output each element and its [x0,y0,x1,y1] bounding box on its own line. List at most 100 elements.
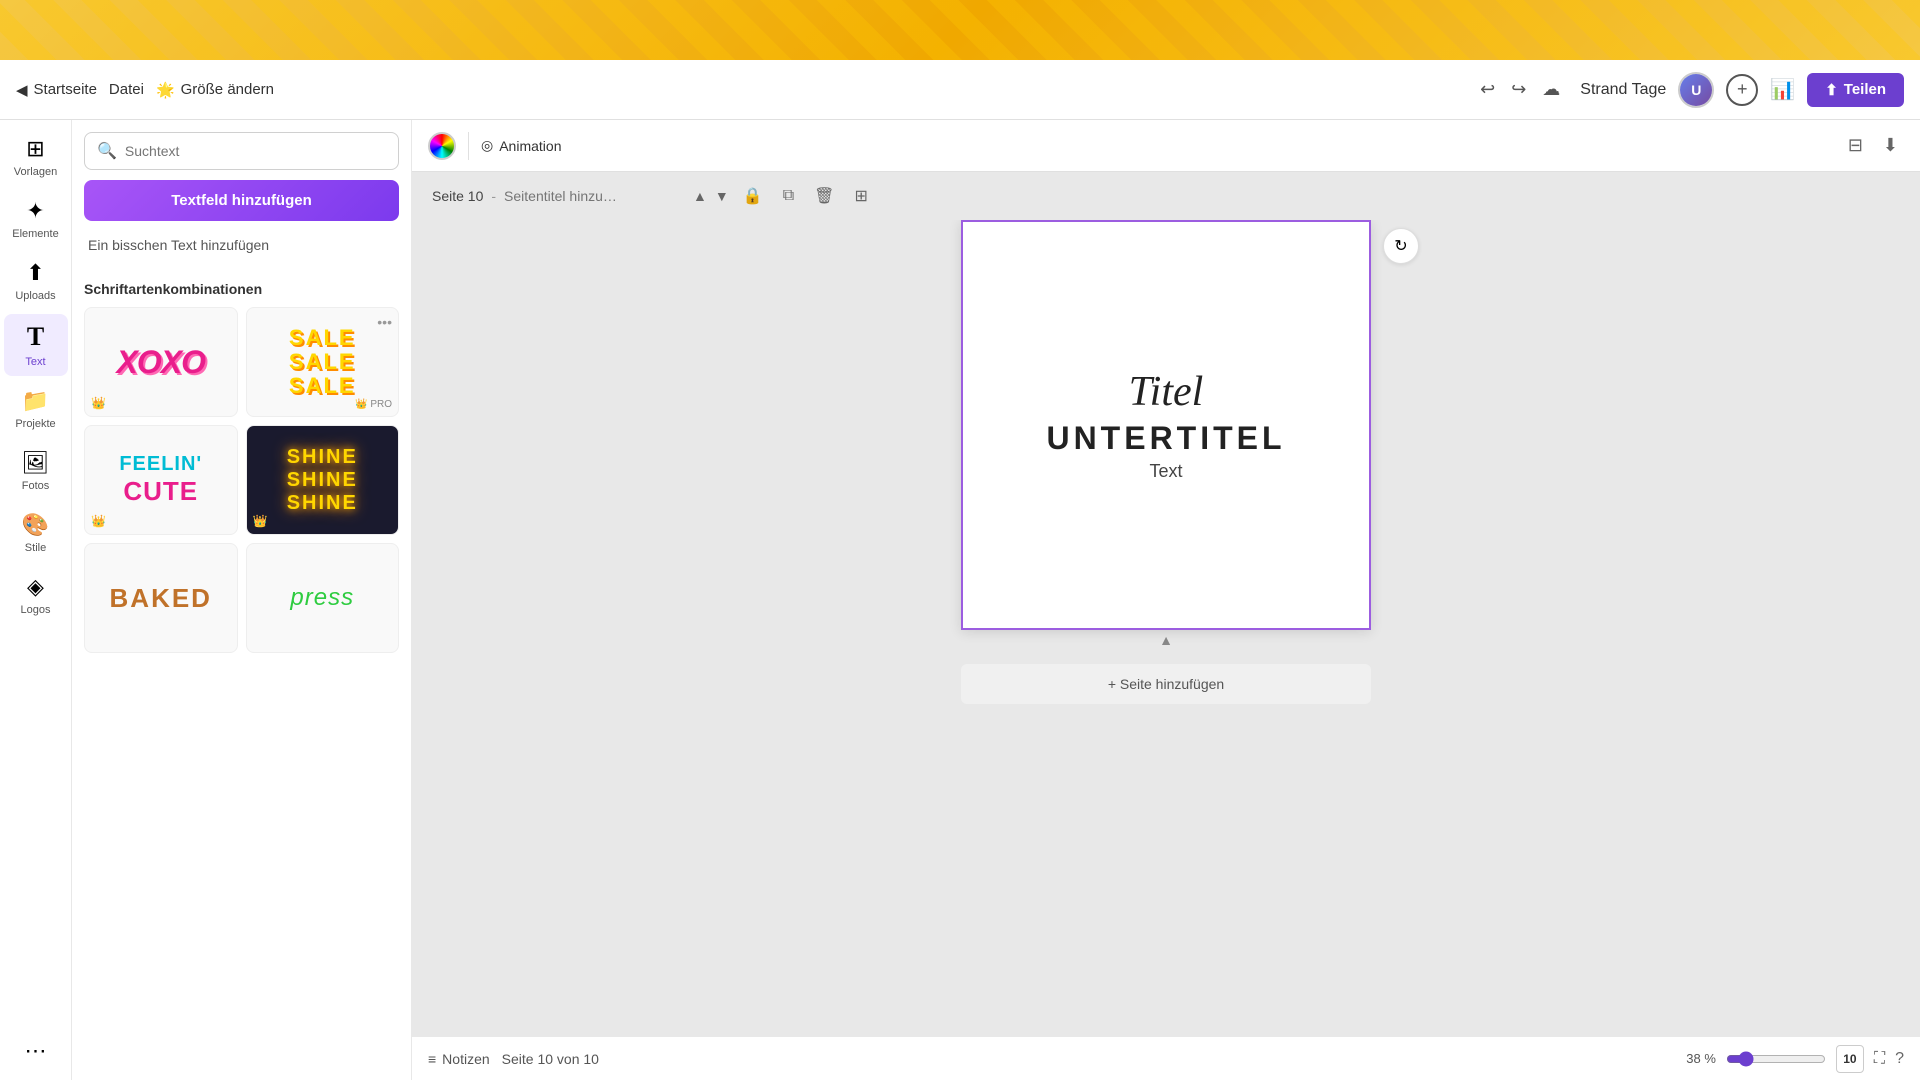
help-button[interactable]: ? [1895,1050,1904,1068]
redo-button[interactable]: ↪ [1507,75,1530,104]
page-nav-down[interactable]: ▼ [715,188,729,204]
add-textfield-button[interactable]: Textfeld hinzufügen [84,180,399,221]
canvas-toolbar: ◎ Animation ⊟ ⬇ [412,120,1920,172]
canvas-page[interactable]: Titel UNTERTITEL Text [961,220,1371,630]
add-page-button[interactable]: + Seite hinzufügen [961,664,1371,704]
download-button[interactable]: ⬇ [1877,131,1904,160]
sidebar-label-projekte: Projekte [15,418,55,430]
sidebar-item-fotos[interactable]: 🖼 Fotos [4,442,68,500]
zoom-level: 38 % [1686,1051,1716,1066]
back-icon: ◀ [16,81,28,99]
search-icon: 🔍 [97,141,117,161]
color-swatch[interactable] [428,132,456,160]
file-button[interactable]: Datei [109,81,144,98]
fullscreen-button[interactable]: ⛶ [1874,1050,1885,1068]
zoom-slider[interactable] [1726,1051,1826,1067]
header-center: ↩ ↪ ☁ [1476,75,1564,104]
notes-icon: ≡ [428,1051,436,1067]
notes-label: Notizen [442,1051,489,1067]
feelin-download-icon: 👑 [91,514,106,528]
canvas-toolbar-right: ⊟ ⬇ [1842,131,1904,160]
sidebar-item-text[interactable]: T Text [4,314,68,376]
header-toolbar: ◀ Startseite Datei 🌟 Größe ändern ↩ ↪ ☁ … [0,60,1920,120]
notes-button[interactable]: ≡ Notizen [428,1051,490,1067]
sidebar-item-elemente[interactable]: ✦ Elemente [4,190,68,248]
sidebar-label-elemente: Elemente [12,228,58,240]
sidebar-item-vorlagen[interactable]: ⊞ Vorlagen [4,128,68,186]
main-layout: ⊞ Vorlagen ✦ Elemente ⬆ Uploads T Text 📁… [0,120,1920,1080]
font-card-feelin-cute[interactable]: FEELIN' CUTE 👑 [84,425,238,535]
canvas-container: Titel UNTERTITEL Text ↻ [961,220,1371,630]
page-nav-up[interactable]: ▲ [693,188,707,204]
sidebar-item-stile[interactable]: 🎨 Stile [4,504,68,562]
sidebar-label-fotos: Fotos [22,480,50,492]
feelin-cute-preview: FEELIN' CUTE [119,453,202,507]
animation-icon: ◎ [481,137,493,154]
add-collaborator-button[interactable]: + [1726,74,1758,106]
page-count: Seite 10 von 10 [502,1051,599,1067]
status-bar: ≡ Notizen Seite 10 von 10 38 % 10 ⛶ ? [412,1036,1920,1080]
text-panel: 🔍 Textfeld hinzufügen Ein bisschen Text … [72,120,412,1080]
font-card-shine[interactable]: SHINE SHINE SHINE 👑 [246,425,400,535]
styles-icon: 🎨 [22,512,49,538]
font-card-xoxo[interactable]: XOXO 👑 [84,307,238,417]
add-small-text-button[interactable]: Ein bisschen Text hinzufügen [84,229,399,261]
sidebar: ⊞ Vorlagen ✦ Elemente ⬆ Uploads T Text 📁… [0,120,72,1080]
sidebar-label-stile: Stile [25,542,46,554]
collapse-canvas-button[interactable]: ▲ [1146,630,1186,650]
filter-button[interactable]: ⊟ [1842,131,1869,160]
font-grid-2: BAKED press [84,543,399,653]
share-icon: ⬆ [1825,81,1838,99]
analytics-button[interactable]: 📊 [1770,77,1795,102]
refresh-button[interactable]: ↻ [1383,228,1419,264]
search-input[interactable] [125,143,386,159]
font-grid: XOXO 👑 ••• SALE SALE SALE 👑 PRO [84,307,399,535]
resize-icon: 🌟 [156,81,175,99]
font-card-sale[interactable]: ••• SALE SALE SALE 👑 PRO [246,307,400,417]
press-preview: press [290,584,354,612]
sale-more-button[interactable]: ••• [377,314,392,330]
undo-icon: ↩ [1480,79,1495,99]
shine-preview: SHINE SHINE SHINE [287,446,358,515]
font-combinations-title: Schriftartenkombinationen [84,281,399,297]
elements-icon: ✦ [26,198,44,224]
sidebar-label-uploads: Uploads [15,290,55,302]
page-duplicate-button[interactable]: ⧉ [777,183,800,209]
page-num-box: 10 [1836,1045,1864,1073]
dash-separator: - [491,188,496,204]
page-delete-button[interactable]: 🗑 [808,182,840,210]
resize-button[interactable]: 🌟 Größe ändern [156,81,274,99]
sidebar-item-projekte[interactable]: 📁 Projekte [4,380,68,438]
sidebar-label-logos: Logos [21,604,51,616]
avatar-image: U [1680,74,1712,106]
page-lock-button[interactable]: 🔒 [737,182,769,210]
sidebar-item-uploads[interactable]: ⬆ Uploads [4,252,68,310]
top-decorative-bar [0,0,1920,60]
back-label: Startseite [34,81,97,98]
page-add-button[interactable]: ⊞ [848,182,873,210]
share-button[interactable]: ⬆ Teilen [1807,73,1904,107]
sale-preview: SALE SALE SALE [289,326,356,399]
page-title-input[interactable] [504,188,685,204]
undo-button[interactable]: ↩ [1476,75,1499,104]
toolbar-divider [468,132,469,160]
shine-download-icon: 👑 [253,514,268,528]
baked-preview: BAKED [110,583,212,614]
header-left: ◀ Startseite Datei 🌟 Größe ändern [16,81,1460,99]
xoxo-download-icon: 👑 [91,396,106,410]
sidebar-item-logos[interactable]: ◈ Logos [4,566,68,624]
sidebar-label-text: Text [25,356,45,368]
zoom-area: 38 % 10 ⛶ ? [1686,1045,1904,1073]
font-card-press[interactable]: press [246,543,400,653]
back-button[interactable]: ◀ Startseite [16,81,97,99]
avatar[interactable]: U [1678,72,1714,108]
animation-button[interactable]: ◎ Animation [481,137,561,154]
search-box: 🔍 [84,132,399,170]
canvas-text: Text [1149,461,1182,482]
logos-icon: ◈ [27,574,44,600]
sidebar-item-apps[interactable]: ⋯ [4,1030,68,1072]
font-card-baked[interactable]: BAKED [84,543,238,653]
cloud-save-button[interactable]: ☁ [1538,75,1564,104]
sidebar-label-vorlagen: Vorlagen [14,166,57,178]
chart-icon: 📊 [1770,79,1795,101]
